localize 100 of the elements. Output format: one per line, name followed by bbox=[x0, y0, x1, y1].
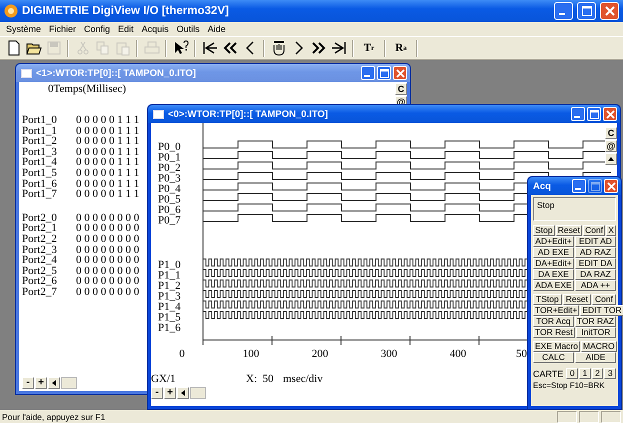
signal-label: P1_0 bbox=[158, 259, 181, 271]
menu-item[interactable]: Config bbox=[84, 24, 110, 34]
bit-values: 0 0 0 0 0 1 1 1 bbox=[76, 136, 140, 147]
close-icon bbox=[396, 68, 404, 78]
side-button[interactable]: C bbox=[605, 127, 617, 139]
port-name: Port2_6 bbox=[22, 276, 58, 287]
close-icon bbox=[606, 182, 616, 190]
command-button[interactable]: InitTOR bbox=[576, 327, 616, 338]
zoom-button[interactable]: - bbox=[151, 387, 163, 399]
command-button[interactable]: EXE Macro bbox=[533, 341, 580, 352]
bit-values: 0 0 0 0 0 1 1 1 bbox=[76, 115, 140, 126]
close-button[interactable] bbox=[604, 179, 618, 193]
command-button[interactable]: AD RAZ bbox=[575, 247, 616, 258]
card-button[interactable]: 3 bbox=[604, 368, 616, 379]
close-button[interactable] bbox=[603, 107, 617, 121]
command-button[interactable]: AD EXE bbox=[533, 247, 574, 258]
scroll-left-button[interactable] bbox=[177, 387, 189, 399]
forward-icon bbox=[310, 40, 326, 56]
port-name: Port1_0 bbox=[22, 115, 58, 126]
command-button[interactable]: EDIT AD bbox=[575, 236, 616, 247]
scroll-left-button[interactable] bbox=[48, 377, 60, 389]
command-button[interactable]: TOR Acq bbox=[533, 316, 574, 327]
signal-label: P0_0 bbox=[158, 141, 181, 153]
bit-values: 0 0 0 0 0 1 1 1 bbox=[76, 126, 140, 136]
command-button[interactable]: Stop bbox=[533, 225, 555, 236]
zoom-button[interactable]: - bbox=[22, 377, 34, 389]
status-text: Pour l'aide, appuyez sur F1 bbox=[2, 412, 106, 422]
command-button[interactable]: Conf bbox=[592, 294, 616, 305]
step-value: X: 50 bbox=[246, 373, 274, 385]
axis-label: 0 bbox=[179, 348, 185, 360]
port-name: Port2_7 bbox=[22, 286, 58, 298]
command-button[interactable]: X bbox=[606, 225, 616, 236]
maximize-button[interactable] bbox=[587, 107, 601, 121]
side-button[interactable]: C bbox=[395, 83, 407, 95]
document-icon bbox=[6, 40, 22, 56]
menu-item[interactable]: Outils bbox=[176, 24, 200, 34]
axis-label: 300 bbox=[380, 348, 398, 360]
minimize-button[interactable] bbox=[361, 66, 375, 80]
bit-values: 0 0 0 0 0 0 0 0 bbox=[76, 266, 140, 276]
menu-item[interactable]: Fichier bbox=[49, 24, 76, 34]
help-icon bbox=[172, 40, 188, 56]
bit-values: 0 0 0 0 0 1 1 1 bbox=[76, 168, 140, 179]
card-button[interactable]: 2 bbox=[592, 368, 604, 379]
command-button[interactable]: AD+Edit+ bbox=[533, 236, 574, 247]
maximize-button[interactable] bbox=[577, 2, 596, 20]
command-button[interactable]: EDIT TOR bbox=[580, 305, 623, 316]
signal-label: P0_6 bbox=[158, 204, 181, 216]
command-button[interactable]: DA EXE bbox=[533, 269, 574, 280]
card-button[interactable]: 0 bbox=[566, 368, 578, 379]
status-panel bbox=[557, 410, 577, 422]
command-button[interactable]: DA RAZ bbox=[575, 269, 616, 280]
command-button[interactable]: TStop bbox=[533, 294, 562, 305]
command-button[interactable]: Conf bbox=[583, 225, 606, 236]
menu-item[interactable]: Edit bbox=[118, 24, 134, 34]
command-button[interactable]: TOR Rest bbox=[533, 327, 575, 338]
port-name: Port1_5 bbox=[22, 168, 58, 179]
card-button[interactable]: 1 bbox=[579, 368, 591, 379]
command-button[interactable]: AIDE bbox=[575, 352, 616, 363]
minimize-button[interactable] bbox=[572, 179, 586, 193]
maximize-button[interactable] bbox=[377, 66, 391, 80]
minimize-button[interactable] bbox=[554, 2, 573, 20]
status-panel bbox=[579, 410, 599, 422]
port-name: Port1_2 bbox=[22, 136, 58, 147]
window-title: DIGIMETRIE DigiView I/O [thermo32V] bbox=[22, 5, 229, 17]
bit-values: 0 0 0 0 0 1 1 1 bbox=[76, 189, 140, 200]
scroll-up-button[interactable] bbox=[605, 153, 617, 165]
zoom-button[interactable]: + bbox=[35, 377, 47, 389]
close-button[interactable] bbox=[600, 2, 619, 20]
menu-item[interactable]: Aide bbox=[208, 24, 226, 34]
window-icon bbox=[21, 68, 32, 78]
maximize-icon bbox=[590, 182, 600, 190]
command-button[interactable]: DA+Edit+ bbox=[533, 258, 574, 269]
window-title: Acq bbox=[533, 180, 551, 192]
command-button[interactable]: Reset bbox=[556, 225, 582, 236]
signal-label: P0_3 bbox=[158, 172, 181, 184]
bit-values: 0 0 0 0 0 0 0 0 bbox=[76, 223, 140, 234]
side-button[interactable]: @ bbox=[605, 140, 617, 152]
command-button[interactable]: EDIT DA bbox=[575, 258, 616, 269]
zoom-button[interactable]: + bbox=[164, 387, 176, 399]
minimize-icon bbox=[574, 188, 580, 190]
port-name: Port1_6 bbox=[22, 178, 58, 190]
command-button[interactable]: ADA ++ bbox=[575, 280, 616, 291]
menu-item[interactable]: Système bbox=[6, 24, 42, 34]
axis-label: 100 bbox=[242, 348, 260, 360]
menu-item[interactable]: Acquis bbox=[142, 24, 169, 34]
app-icon bbox=[4, 4, 18, 18]
command-button[interactable]: MACRO bbox=[581, 341, 617, 352]
paste-icon bbox=[114, 40, 130, 56]
command-button[interactable]: TOR RAZ bbox=[574, 316, 616, 327]
minimize-button[interactable] bbox=[571, 107, 585, 121]
close-button[interactable] bbox=[393, 66, 407, 80]
signal-label: P0_5 bbox=[158, 194, 181, 206]
signal-label: P1_6 bbox=[158, 322, 181, 334]
command-button[interactable]: TOR+Edit+ bbox=[533, 305, 580, 316]
signal-label: P1_1 bbox=[158, 270, 181, 282]
command-button[interactable]: Reset bbox=[562, 294, 591, 305]
command-button[interactable]: ADA EXE bbox=[533, 280, 574, 291]
first-icon bbox=[202, 40, 218, 56]
column-header: 0Temps(Millisec) bbox=[48, 83, 126, 95]
command-button[interactable]: CALC bbox=[533, 352, 574, 363]
